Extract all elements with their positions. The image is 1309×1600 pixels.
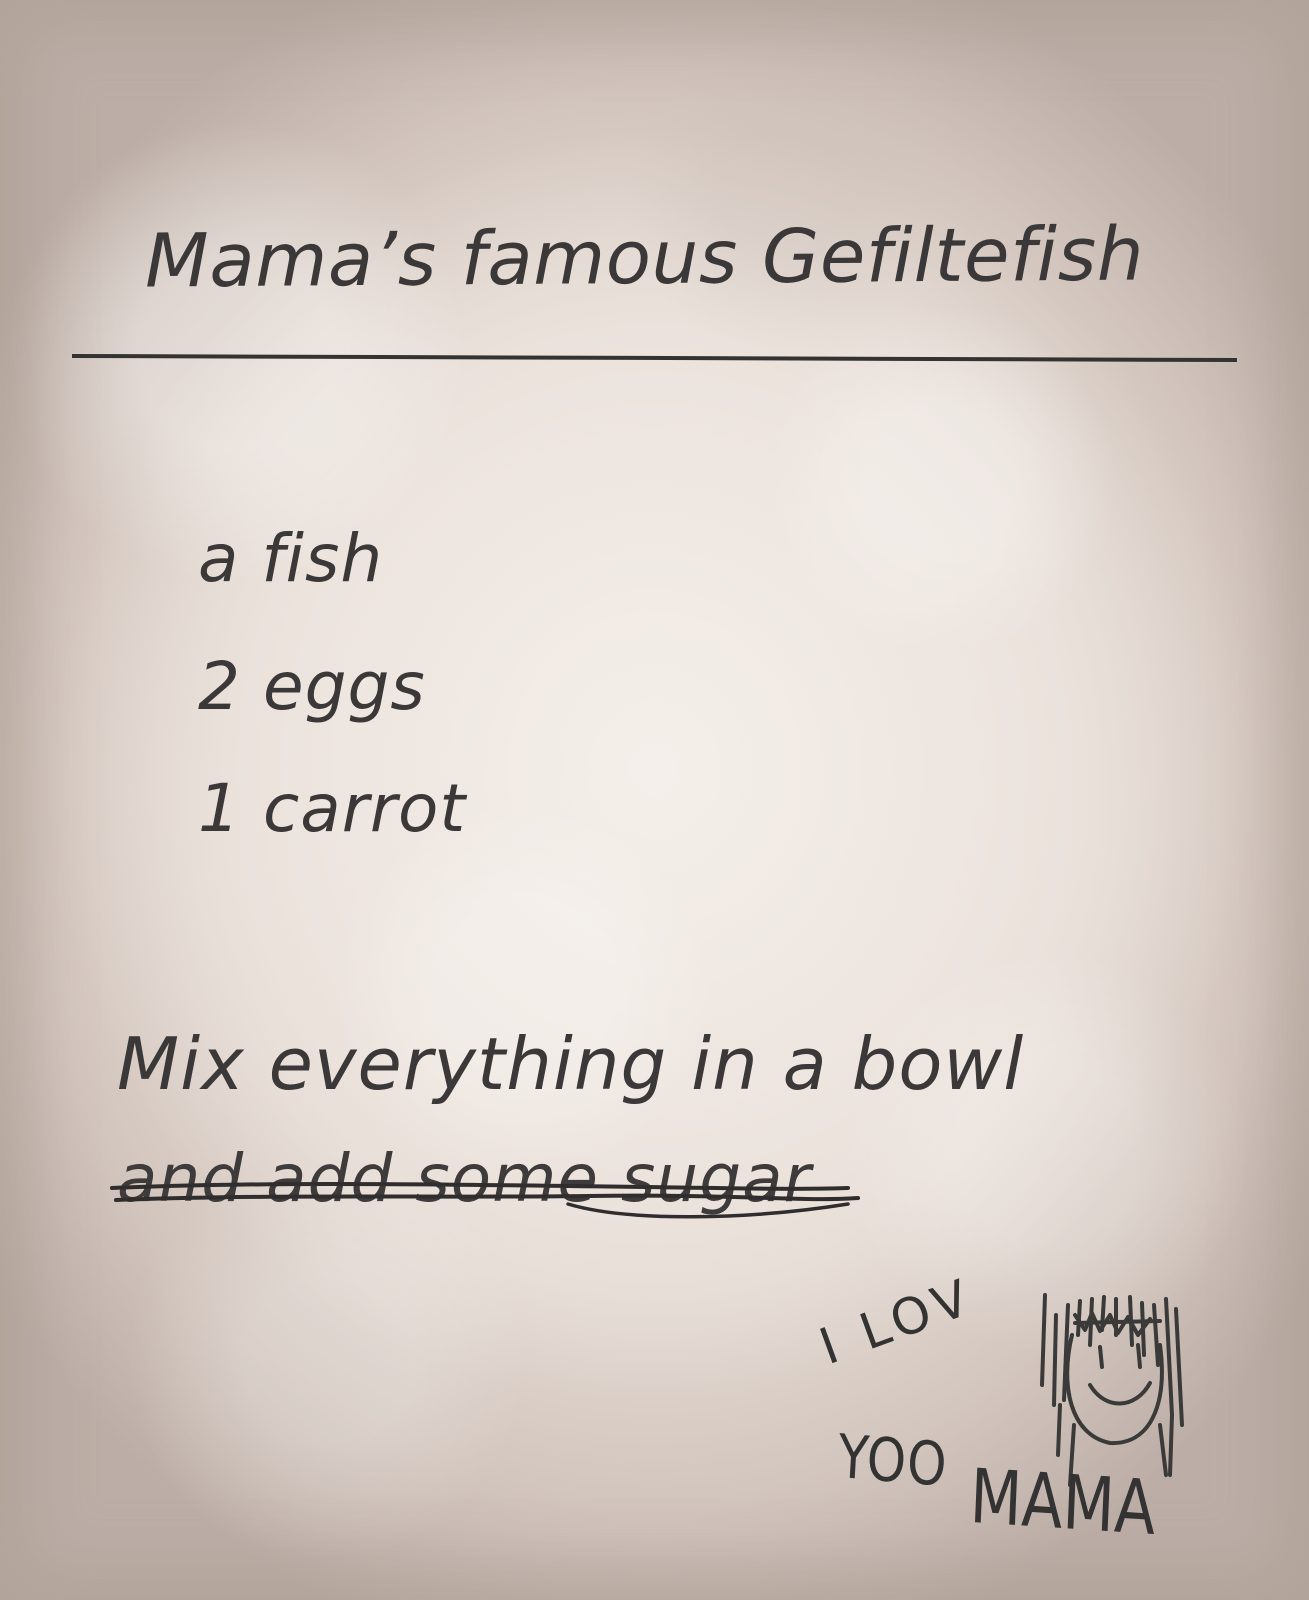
ingredient-item: 1 carrot <box>198 770 467 847</box>
recipe-title: Mama’s famous Gefiltefish <box>144 211 1145 305</box>
recipe-card: Mama’s famous Gefiltefish a fish 2 eggs … <box>0 0 1309 1600</box>
strikethrough-scribble <box>110 1182 860 1219</box>
doodle-text-mama: MAMA <box>968 1453 1158 1553</box>
ingredient-item: a fish <box>198 520 384 597</box>
title-underline <box>71 353 1238 363</box>
doodle-text-yoo: YOO <box>836 1421 950 1501</box>
instruction-text: Mix everything in a bowl <box>117 1022 1025 1106</box>
ingredient-item: 2 eggs <box>198 648 426 725</box>
